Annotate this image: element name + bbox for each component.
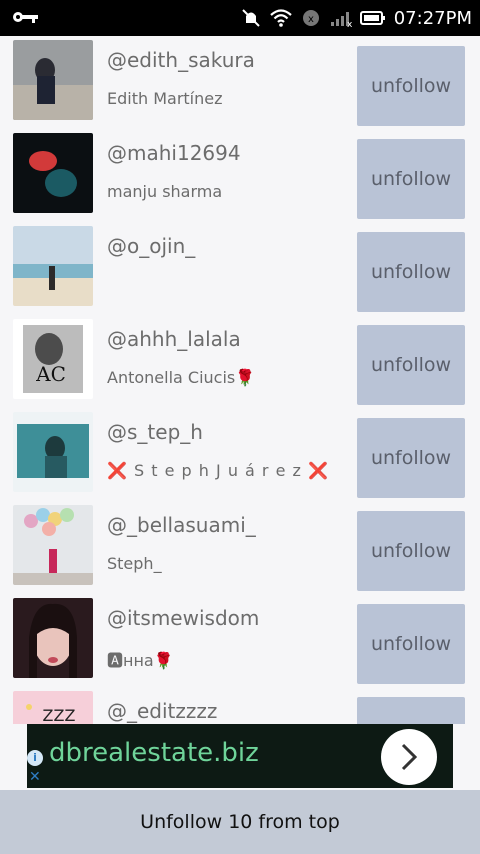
avatar[interactable] [13,133,93,213]
chevron-right-icon[interactable] [381,729,437,785]
list-item: ZZZ @_editzzzz unfollow [0,687,480,724]
unfollow-button[interactable]: unfollow [357,418,465,498]
signal-icon: x [330,12,352,29]
display-name: Edith Martínez [107,89,223,108]
username: @itsmewisdom [107,606,260,630]
list-item: @s_tep_h ❌ S t e p h J u á r e z ❌ unfol… [0,408,480,501]
username: @_editzzzz [107,699,218,723]
ad-text[interactable]: dbrealestate.biz [49,738,259,768]
display-name: manju sharma [107,182,223,201]
clock: 07:27PM [393,7,472,29]
wifi-icon [269,9,292,27]
unfollow-button[interactable]: unfollow [357,511,465,591]
battery-icon [359,11,385,25]
avatar[interactable]: AC [13,319,93,399]
avatar[interactable] [13,226,93,306]
username: @ahhh_lalala [107,327,241,351]
following-list[interactable]: @edith_sakura Edith Martínez unfollow @m… [0,36,480,724]
avatar[interactable]: ZZZ [13,691,93,724]
display-name: Antonella Ciucis🌹 [107,368,256,387]
display-name: 🅰нна🌹 [107,651,174,670]
username: @s_tep_h [107,420,203,444]
avatar[interactable] [13,598,93,678]
username: @_bellasuami_ [107,513,256,537]
display-name: ❌ S t e p h J u á r e z ❌ [107,461,329,480]
avatar[interactable] [13,505,93,585]
list-item: @edith_sakura Edith Martínez unfollow [0,36,480,129]
svg-text:x: x [308,14,314,25]
username: @mahi12694 [107,141,241,165]
unfollow-button[interactable]: unfollow [357,46,465,126]
display-name: Steph_ [107,554,162,573]
key-icon [13,12,38,23]
close-icon[interactable]: ✕ [29,770,43,784]
username: @edith_sakura [107,48,255,72]
unfollow-button[interactable]: unfollow [357,232,465,312]
svg-text:AC: AC [35,362,66,386]
avatar[interactable] [13,412,93,492]
list-item: @itsmewisdom 🅰нна🌹 unfollow [0,594,480,687]
avatar[interactable] [13,40,93,120]
unfollow-top-button[interactable]: Unfollow 10 from top [0,790,480,854]
svg-text:x: x [347,20,352,29]
list-item: AC @ahhh_lalala Antonella Ciucis🌹 unfoll… [0,315,480,408]
ad-banner[interactable]: i ✕ dbrealestate.biz [27,724,453,788]
list-item: @o_ojin_ unfollow [0,222,480,315]
unfollow-button[interactable]: unfollow [357,139,465,219]
mute-icon [242,9,260,27]
status-bar: x x 07:27PM [0,0,480,36]
unfollow-button[interactable]: unfollow [357,604,465,684]
list-item: @mahi12694 manju sharma unfollow [0,129,480,222]
unfollow-button[interactable]: unfollow [357,325,465,405]
list-item: @_bellasuami_ Steph_ unfollow [0,501,480,594]
unfollow-button[interactable]: unfollow [357,697,465,724]
username: @o_ojin_ [107,234,196,258]
svg-text:ZZZ: ZZZ [43,706,76,724]
info-icon[interactable]: i [27,750,43,766]
sync-icon: x [302,10,319,26]
